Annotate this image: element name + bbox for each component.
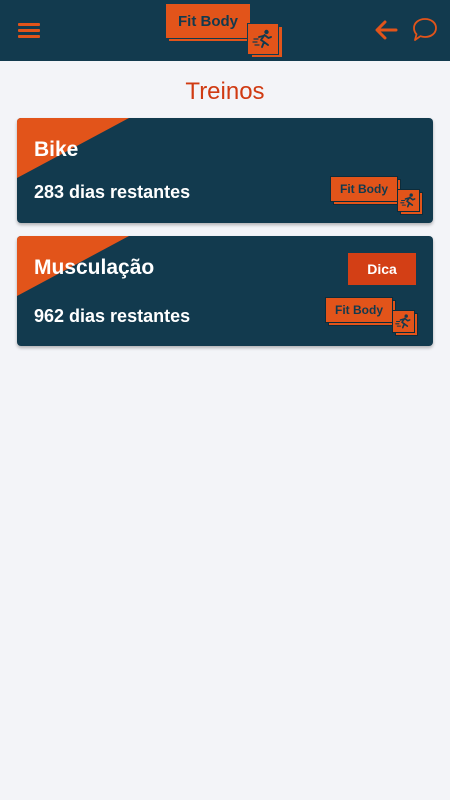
hamburger-icon-line	[18, 35, 40, 38]
logo-text: Fit Body	[165, 3, 251, 39]
fit-body-badge: Fit Body	[330, 176, 426, 216]
chat-button[interactable]	[411, 16, 439, 44]
badge-text: Fit Body	[325, 297, 393, 323]
top-app-bar: Fit Body	[0, 0, 450, 61]
runner-icon	[392, 310, 415, 333]
card-title: Bike	[34, 138, 79, 161]
tip-button[interactable]: Dica	[348, 253, 416, 285]
page-title: Treinos	[185, 78, 265, 105]
runner-icon	[397, 189, 420, 212]
back-button[interactable]	[373, 18, 399, 42]
badge-text: Fit Body	[330, 176, 398, 202]
fit-body-badge: Fit Body	[325, 297, 421, 337]
hamburger-icon	[18, 23, 40, 26]
card-days-remaining: 962 dias restantes	[34, 306, 191, 326]
arrow-left-icon	[375, 20, 398, 40]
workout-card-musculacao[interactable]: Musculação Dica 962 dias restantes Fit B…	[17, 236, 433, 346]
chat-bubble-icon	[413, 18, 437, 41]
card-title: Musculação	[34, 256, 155, 279]
app-logo: Fit Body	[165, 3, 287, 59]
runner-icon	[247, 23, 279, 55]
menu-button[interactable]	[18, 20, 42, 40]
workout-card-bike[interactable]: Bike 283 dias restantes Fit Body	[17, 118, 433, 223]
hamburger-icon-line	[18, 29, 40, 32]
card-days-remaining: 283 dias restantes	[34, 182, 191, 202]
